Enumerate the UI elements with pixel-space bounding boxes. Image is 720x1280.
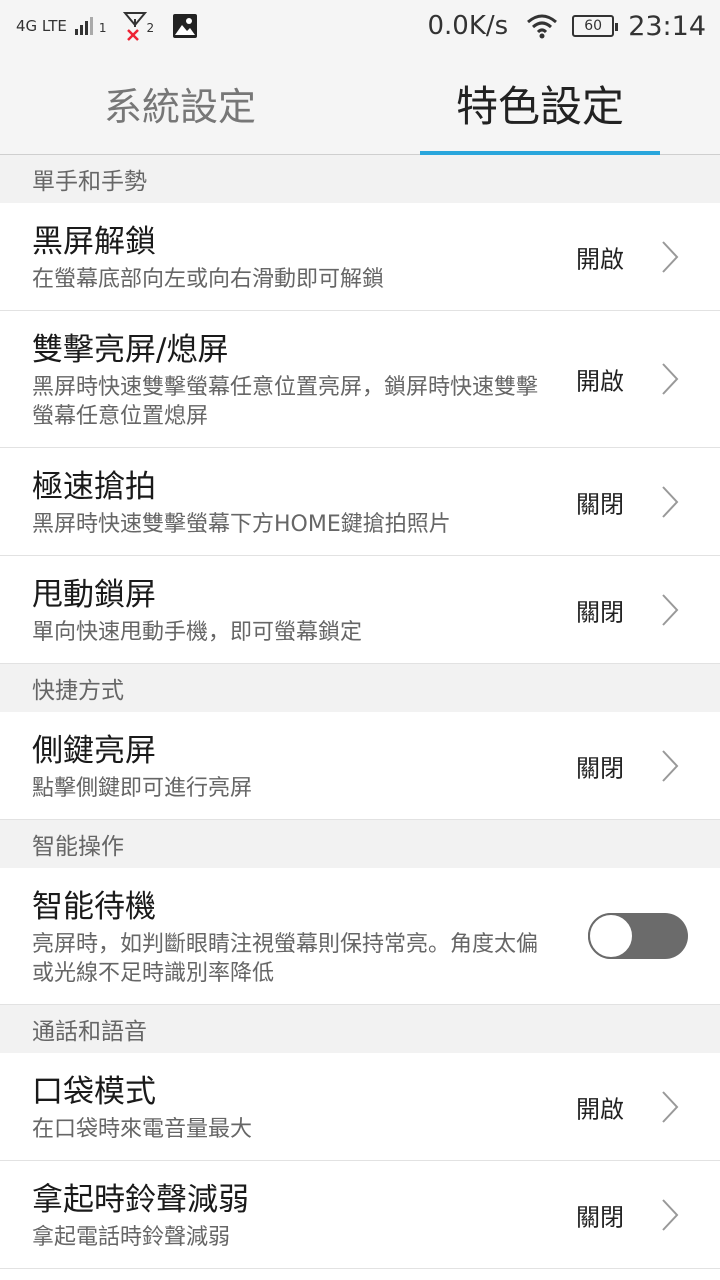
setting-row-shake-lock[interactable]: 甩動鎖屏 單向快速甩動手機，即可螢幕鎖定 關閉: [0, 556, 720, 664]
section-header-gestures: 單手和手勢: [0, 155, 720, 203]
setting-description: 點擊側鍵即可進行亮屏: [32, 776, 253, 801]
network-speed: 0.0K/s: [427, 11, 509, 41]
setting-description: 在螢幕底部向左或向右滑動即可解鎖: [32, 267, 385, 292]
setting-value: 開啟: [576, 1095, 624, 1123]
setting-description: 黑屏時快速雙擊螢幕下方HOME鍵搶拍照片: [32, 512, 451, 537]
chevron-right-icon: [662, 749, 679, 782]
setting-title: 口袋模式: [32, 1074, 156, 1110]
chevron-right-icon: [662, 240, 679, 273]
chevron-right-icon: [662, 1198, 679, 1231]
setting-value: 關閉: [576, 754, 624, 782]
gallery-icon: [172, 13, 198, 39]
section-header-calls-voice: 通話和語音: [0, 1005, 720, 1053]
setting-description: 單向快速甩動手機，即可螢幕鎖定: [32, 620, 363, 645]
no-signal-icon: [122, 11, 147, 41]
smart-standby-toggle[interactable]: [588, 913, 688, 959]
setting-title: 智能待機: [32, 889, 156, 925]
network-label: 4G LTE: [16, 17, 67, 35]
setting-title: 側鍵亮屏: [32, 733, 156, 769]
setting-value: 開啟: [576, 367, 624, 396]
setting-row-pickup-ring-reduce[interactable]: 拿起時鈴聲減弱 拿起電話時鈴聲減弱 關閉: [0, 1161, 720, 1269]
chevron-right-icon: [662, 363, 679, 395]
sim2-label: 2: [146, 21, 155, 35]
section-header-shortcuts: 快捷方式: [0, 664, 720, 712]
chevron-right-icon: [662, 593, 679, 626]
chevron-right-icon: [662, 485, 679, 518]
setting-value: 關閉: [576, 598, 624, 626]
sim1-label: 1: [98, 21, 107, 35]
setting-title: 黑屏解鎖: [32, 224, 156, 260]
setting-value: 關閉: [576, 490, 624, 518]
setting-row-quick-snap[interactable]: 極速搶拍 黑屏時快速雙擊螢幕下方HOME鍵搶拍照片 關閉: [0, 448, 720, 556]
setting-title: 甩動鎖屏: [32, 577, 156, 613]
section-header-smart-operations: 智能操作: [0, 820, 720, 868]
setting-description: 亮屏時，如判斷眼睛注視螢幕則保持常亮。角度太偏或光線不足時識別率降低: [32, 932, 539, 986]
setting-description: 黑屏時快速雙擊螢幕任意位置亮屏，鎖屏時快速雙擊螢幕任意位置熄屏: [32, 375, 539, 429]
setting-title: 極速搶拍: [32, 469, 156, 505]
setting-description: 在口袋時來電音量最大: [32, 1117, 253, 1142]
tab-feature-settings[interactable]: 特色設定: [360, 52, 720, 155]
tab-system-settings[interactable]: 系統設定: [0, 52, 360, 154]
status-bar: 4G LTE 1 2 0.0K/s 60 23:14: [0, 0, 720, 52]
battery-indicator: 60: [572, 15, 619, 37]
setting-description: 拿起電話時鈴聲減弱: [32, 1225, 231, 1250]
setting-value: 關閉: [576, 1203, 624, 1231]
setting-value: 開啟: [576, 245, 624, 273]
toggle-knob: [588, 913, 634, 959]
setting-row-pocket-mode[interactable]: 口袋模式 在口袋時來電音量最大 開啟: [0, 1053, 720, 1161]
setting-row-black-screen-unlock[interactable]: 黑屏解鎖 在螢幕底部向左或向右滑動即可解鎖 開啟: [0, 203, 720, 311]
setting-row-double-tap-wake[interactable]: 雙擊亮屏/熄屏 黑屏時快速雙擊螢幕任意位置亮屏，鎖屏時快速雙擊螢幕任意位置熄屏 …: [0, 311, 720, 448]
setting-title: 拿起時鈴聲減弱: [32, 1182, 249, 1218]
wifi-icon: [526, 13, 558, 39]
signal-icon: [73, 15, 99, 37]
setting-row-side-key-wake[interactable]: 側鍵亮屏 點擊側鍵即可進行亮屏 關閉: [0, 712, 720, 820]
chevron-right-icon: [662, 1090, 679, 1123]
setting-title: 雙擊亮屏/熄屏: [32, 332, 229, 368]
clock: 23:14: [628, 10, 706, 42]
tab-bar: 系統設定 特色設定: [0, 52, 720, 155]
setting-row-smart-standby: 智能待機 亮屏時，如判斷眼睛注視螢幕則保持常亮。角度太偏或光線不足時識別率降低: [0, 868, 720, 1005]
settings-list: 單手和手勢 黑屏解鎖 在螢幕底部向左或向右滑動即可解鎖 開啟 雙擊亮屏/熄屏 黑…: [0, 155, 720, 1269]
